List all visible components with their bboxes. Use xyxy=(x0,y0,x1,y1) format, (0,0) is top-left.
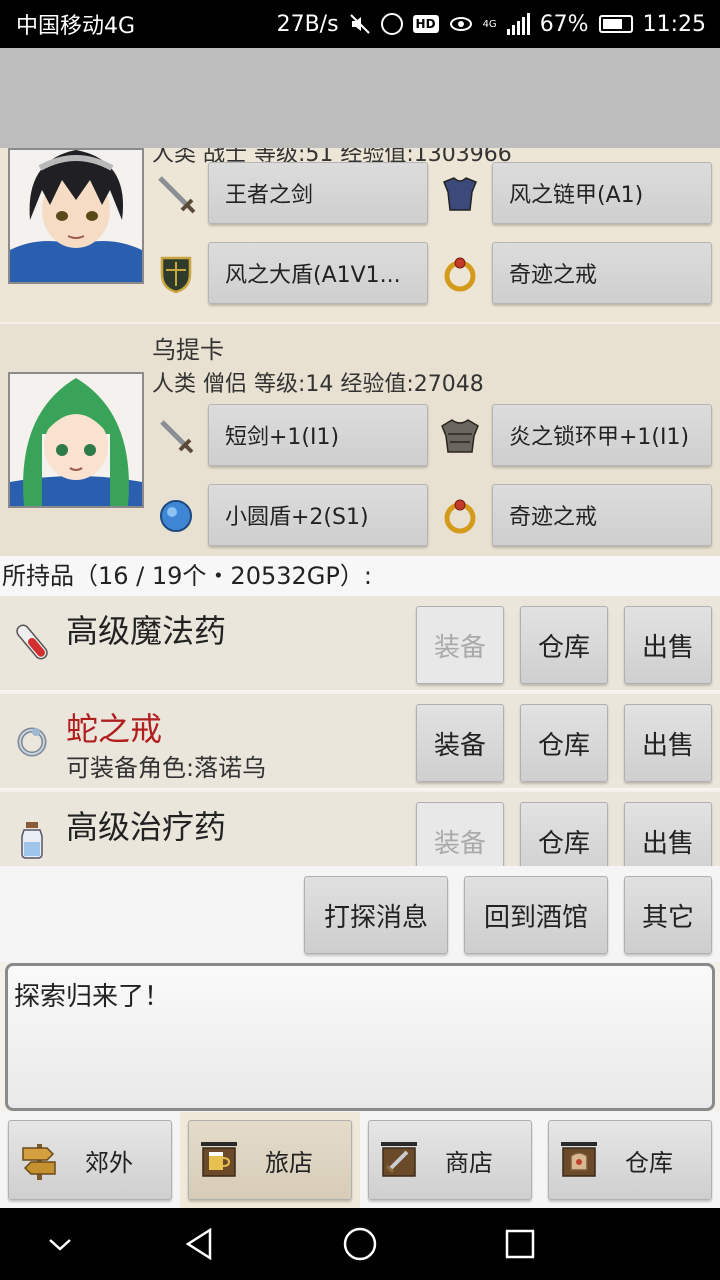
top-toolbar xyxy=(0,48,720,148)
signal-icon xyxy=(506,13,530,35)
system-nav-bar xyxy=(0,1208,720,1280)
message-box: 探索归来了！ xyxy=(5,963,715,1111)
item-name: 高级魔法药 xyxy=(66,612,227,650)
clock: 11:25 xyxy=(642,11,706,37)
recents-icon[interactable] xyxy=(500,1224,540,1264)
item-name: 高级治疗药 xyxy=(66,808,227,846)
party-member[interactable]: 人类 战士 等级:51 经验值:1303966 王者之剑 风之链甲(A1) 风之… xyxy=(0,148,720,322)
return-tavern-button[interactable]: 回到酒馆 xyxy=(464,876,608,954)
character-portrait[interactable] xyxy=(8,372,144,508)
tab-label: 旅店 xyxy=(265,1148,313,1177)
short-sword-icon xyxy=(154,414,198,458)
equip-ring-button[interactable]: 奇迹之戒 xyxy=(492,484,712,546)
item-name: 蛇之戒 xyxy=(66,710,163,748)
round-shield-icon xyxy=(154,494,198,538)
item-equippable-by: 可装备角色:落诺乌 xyxy=(66,754,267,782)
battery-percent: 67% xyxy=(539,11,589,37)
ring-icon xyxy=(17,727,47,757)
equip-armor-button[interactable]: 风之链甲(A1) xyxy=(492,162,712,224)
status-bar: 中国移动4G 27B/s HD 4G 67% 11:25 xyxy=(0,0,720,48)
battery-icon xyxy=(598,15,633,33)
equip-button[interactable]: 装备 xyxy=(416,704,504,782)
warehouse-sign-icon xyxy=(561,1142,597,1177)
carrier-label: 中国移动4G xyxy=(16,14,136,39)
member-info: 人类 僧侣 等级:14 经验值:27048 xyxy=(152,372,484,397)
equip-armor-button[interactable]: 炎之锁环甲+1(I1) xyxy=(492,404,712,466)
action-bar: 打探消息 回到酒馆 其它 xyxy=(0,866,720,962)
storage-button[interactable]: 仓库 xyxy=(520,606,608,684)
inventory-item[interactable]: 高级魔法药 装备 仓库 出售 xyxy=(0,596,720,692)
sell-button[interactable]: 出售 xyxy=(624,606,712,684)
equip-button[interactable]: 装备 xyxy=(416,606,504,684)
inventory-list[interactable]: 高级魔法药 装备 仓库 出售 蛇之戒 可装备角色:落诺乌 装备 仓库 出售 高级… xyxy=(0,596,720,866)
equip-shield-button[interactable]: 小圆盾+2(S1) xyxy=(208,484,428,546)
party-member[interactable]: 乌提卡 人类 僧侣 等级:14 经验值:27048 短剑+1(I1) 炎之锁环甲… xyxy=(0,324,720,556)
alarm-icon xyxy=(380,13,403,35)
equip-weapon-button[interactable]: 王者之剑 xyxy=(208,162,428,224)
sell-button[interactable]: 出售 xyxy=(624,802,712,866)
armor-icon xyxy=(438,414,482,458)
chevron-down-icon[interactable] xyxy=(40,1224,80,1264)
storage-button[interactable]: 仓库 xyxy=(520,802,608,866)
bottle-icon xyxy=(21,822,43,859)
network-type: 4G xyxy=(482,18,497,30)
storage-button[interactable]: 仓库 xyxy=(520,704,608,782)
potion-icon xyxy=(16,624,48,660)
tab-outskirts[interactable]: 郊外 xyxy=(8,1120,172,1200)
hd-badge: HD xyxy=(412,15,439,33)
eye-icon xyxy=(449,17,472,31)
equip-weapon-button[interactable]: 短剑+1(I1) xyxy=(208,404,428,466)
shield-icon xyxy=(154,252,198,296)
priest-portrait-icon xyxy=(10,374,142,506)
tab-warehouse[interactable]: 仓库 xyxy=(548,1120,712,1200)
character-portrait[interactable] xyxy=(8,148,144,284)
inventory-item[interactable]: 蛇之戒 可装备角色:落诺乌 装备 仓库 出售 xyxy=(0,694,720,790)
tab-inn[interactable]: 旅店 xyxy=(188,1120,352,1200)
sword-icon xyxy=(154,172,198,216)
signpost-icon xyxy=(22,1144,56,1180)
party-panel: 人类 战士 等级:51 经验值:1303966 王者之剑 风之链甲(A1) 风之… xyxy=(0,148,720,556)
back-icon[interactable] xyxy=(180,1224,220,1264)
ring-icon xyxy=(438,252,482,296)
sell-button[interactable]: 出售 xyxy=(624,704,712,782)
tab-label: 郊外 xyxy=(85,1148,133,1177)
message-text: 探索归来了！ xyxy=(14,982,171,1012)
tab-label: 仓库 xyxy=(625,1148,673,1177)
shop-sign-icon xyxy=(381,1142,417,1177)
tab-label: 商店 xyxy=(445,1148,493,1177)
equip-button[interactable]: 装备 xyxy=(416,802,504,866)
warrior-portrait-icon xyxy=(10,150,142,282)
home-icon[interactable] xyxy=(340,1224,380,1264)
tab-shop[interactable]: 商店 xyxy=(368,1120,532,1200)
inn-sign-icon xyxy=(201,1142,237,1177)
inventory-item[interactable]: 高级治疗药 装备 仓库 出售 xyxy=(0,792,720,866)
location-tabs: 郊外 旅店 商店 仓库 xyxy=(0,1112,720,1208)
mute-icon xyxy=(349,14,370,34)
other-button[interactable]: 其它 xyxy=(624,876,712,954)
inventory-header: 所持品（16 / 19个・20532GP）: xyxy=(0,556,720,596)
rumor-button[interactable]: 打探消息 xyxy=(304,876,448,954)
member-name: 乌提卡 xyxy=(152,336,224,364)
equip-ring-button[interactable]: 奇迹之戒 xyxy=(492,242,712,304)
chainmail-icon xyxy=(438,172,482,216)
equip-shield-button[interactable]: 风之大盾(A1V1... xyxy=(208,242,428,304)
ring-icon xyxy=(438,494,482,538)
network-speed: 27B/s xyxy=(276,11,339,37)
